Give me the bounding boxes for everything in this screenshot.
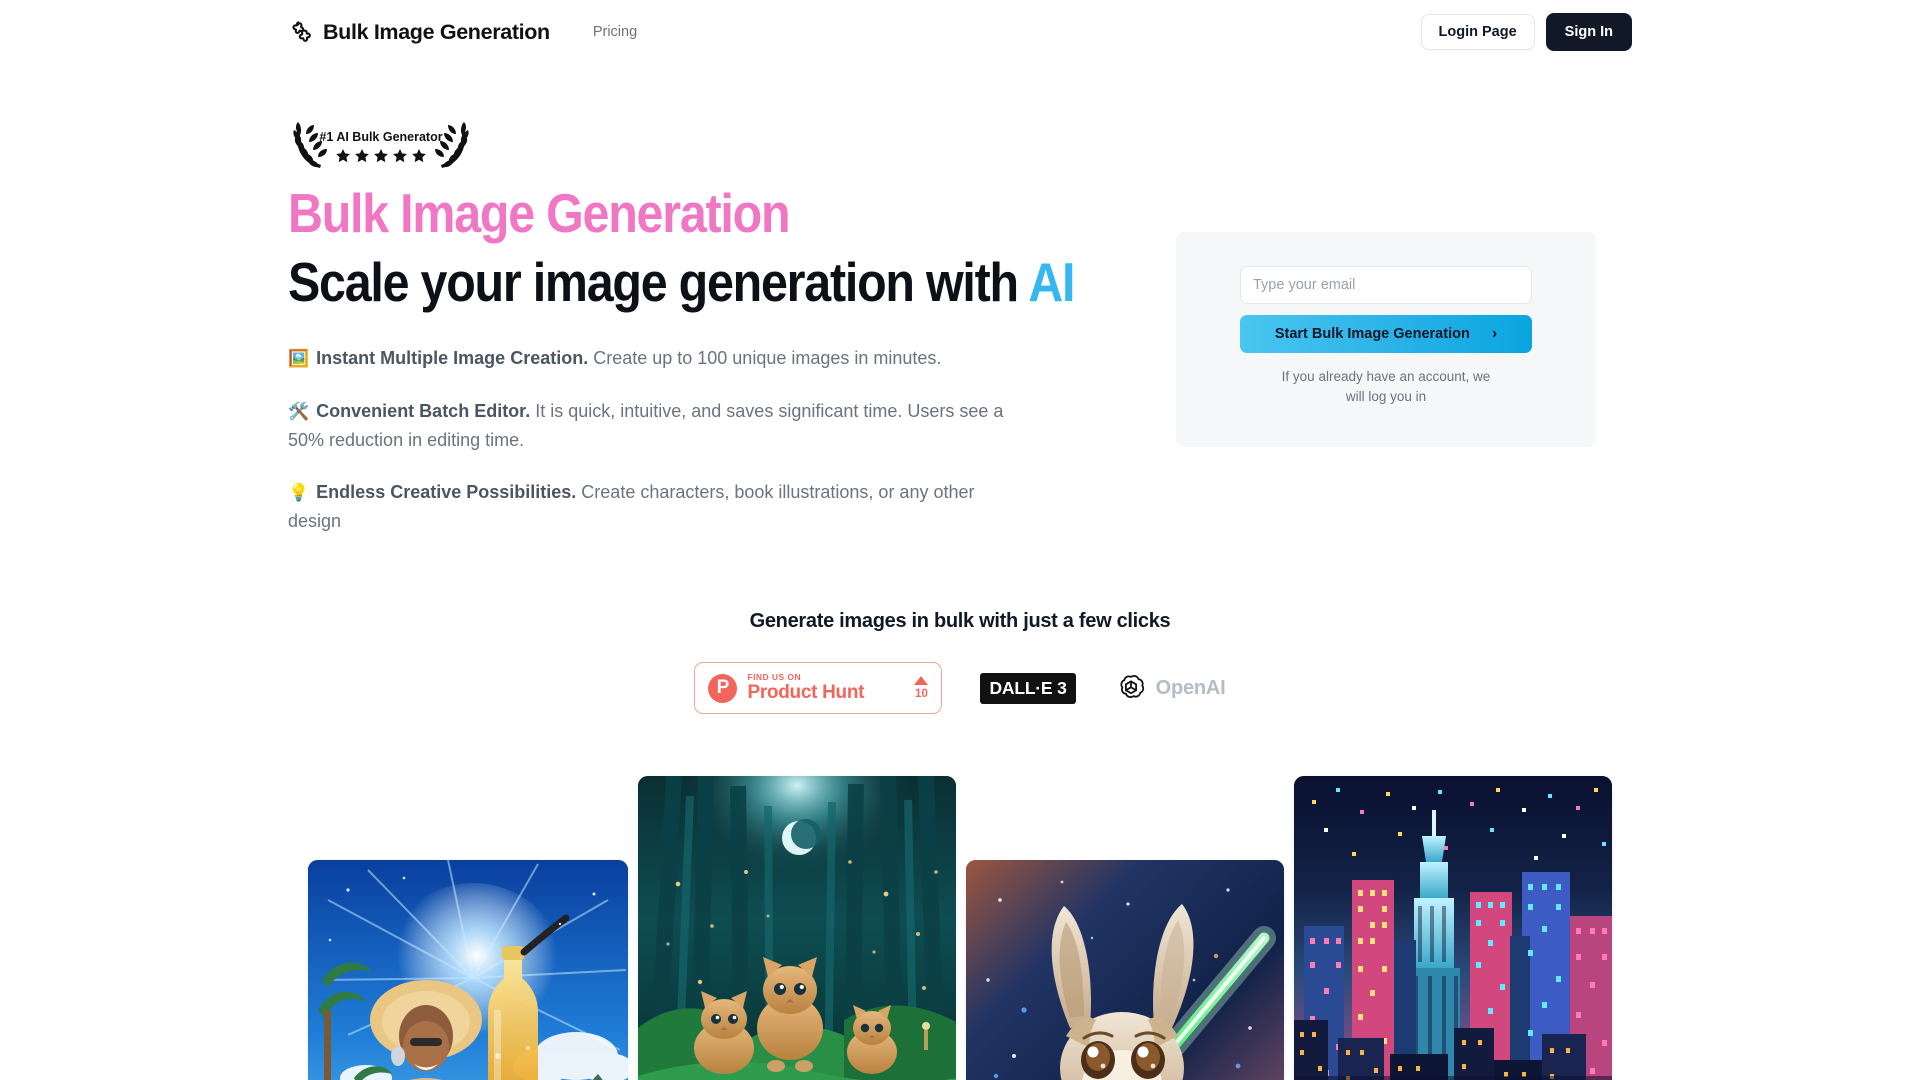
product-hunt-eyebrow: FIND US ON: [747, 671, 802, 682]
product-hunt-logo-icon: P: [708, 673, 738, 703]
product-hunt-upvotes: 10: [914, 676, 929, 700]
hammer-and-wrench-emoji: 🛠️: [288, 402, 310, 421]
feature-bullet: 🛠️ Convenient Batch Editor. It is quick, …: [288, 397, 1008, 454]
start-bulk-image-generation-button[interactable]: Start Bulk Image Generation ›: [1240, 315, 1532, 353]
navbar-left: Bulk Image Generation Pricing: [288, 19, 637, 45]
upvote-count: 10: [915, 688, 928, 700]
nav-link-pricing[interactable]: Pricing: [593, 24, 637, 40]
social-proof-title: Generate images in bulk with just a few …: [749, 610, 1171, 632]
top-navbar: Bulk Image Generation Pricing Login Page…: [0, 0, 1920, 64]
laurel-wreath-icon: #1 AI Bulk Generator: [288, 118, 474, 174]
navbar-right: Login Page Sign In: [1420, 13, 1632, 51]
light-bulb-emoji: 💡: [288, 483, 310, 502]
headline-ai-accent: AI: [1028, 251, 1075, 313]
hero-feature-list: 🖼️ Instant Multiple Image Creation. Creat…: [288, 344, 1008, 535]
login-page-button[interactable]: Login Page: [1420, 14, 1535, 50]
feature-bullet-title: Instant Multiple Image Creation.: [316, 348, 589, 368]
upvote-triangle-icon: [914, 676, 929, 685]
dalle-3-badge: DALL·E 3: [980, 672, 1076, 704]
feature-bullet: 💡 Endless Creative Possibilities. Create …: [288, 478, 1008, 535]
feature-bullet-title: Convenient Batch Editor.: [316, 401, 531, 421]
openai-wordmark: OpenAI: [1155, 676, 1226, 699]
landing-page: Bulk Image Generation Pricing Login Page…: [0, 0, 1920, 1080]
brand-title: Bulk Image Generation: [323, 19, 550, 44]
sign-in-button[interactable]: Sign In: [1545, 13, 1632, 51]
product-hunt-badge[interactable]: P FIND US ON Product Hunt 10: [694, 662, 943, 714]
product-hunt-name: Product Hunt: [747, 682, 865, 704]
headline-line-2-prefix: Scale your image generation with: [288, 251, 1029, 313]
product-hunt-text: FIND US ON Product Hunt: [747, 671, 865, 704]
laurel-badge-stars: [336, 149, 426, 163]
cta-label: Start Bulk Image Generation: [1274, 326, 1470, 342]
framed-picture-emoji: 🖼️: [288, 349, 310, 368]
openai-logo-icon: [1114, 671, 1148, 705]
laurel-badge-text: #1 AI Bulk Generator: [319, 130, 442, 144]
gallery-image-beach-woman-bottle[interactable]: [308, 860, 628, 1080]
email-field[interactable]: [1240, 266, 1532, 304]
feature-bullet: 🖼️ Instant Multiple Image Creation. Creat…: [288, 344, 1008, 373]
gallery-image-forest-kittens[interactable]: [638, 776, 956, 1080]
puzzle-piece-icon: [288, 19, 314, 45]
feature-bullet-title: Endless Creative Possibilities.: [316, 482, 577, 502]
signup-card: Start Bulk Image Generation › If you alr…: [1176, 232, 1596, 447]
gallery-image-pixel-city[interactable]: [1294, 776, 1612, 1080]
social-proof-badges: P FIND US ON Product Hunt 10 DALL·E 3 Op…: [0, 662, 1920, 714]
signup-note: If you already have an account, we will …: [1281, 369, 1491, 404]
chevron-right-icon: ›: [1491, 325, 1498, 342]
gallery-image-jedi-bunny[interactable]: [966, 860, 1284, 1080]
openai-badge: OpenAI: [1114, 671, 1226, 705]
feature-bullet-text: Create up to 100 unique images in minute…: [588, 348, 942, 368]
